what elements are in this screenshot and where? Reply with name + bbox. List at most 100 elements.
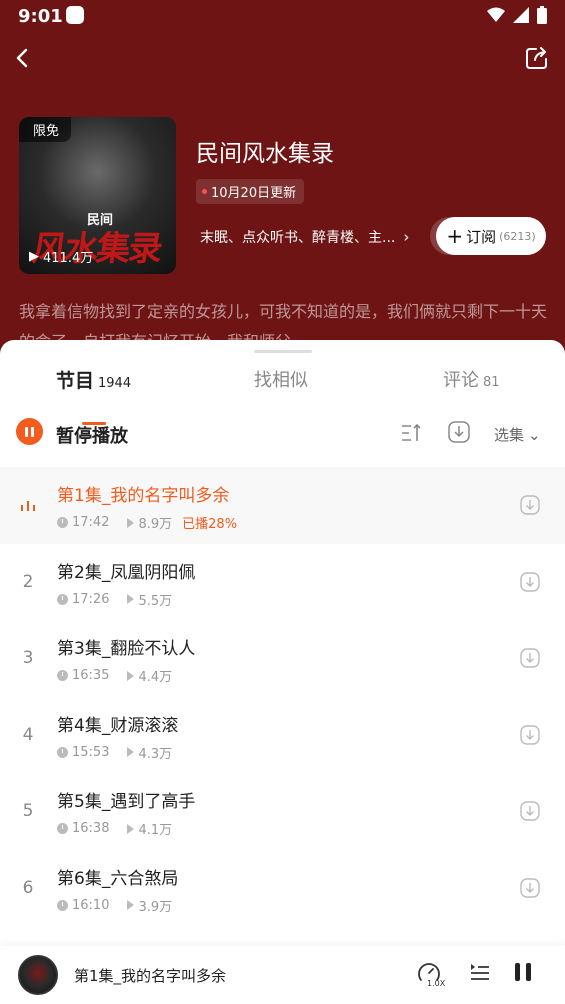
episode-plays: 4.3万 <box>138 746 173 762</box>
episode-index: 2 <box>22 571 34 592</box>
album-header: 9:01 限免 民间 风水集录 ▶ 411.4万 民间风水集录 10月20日更新… <box>0 0 565 360</box>
free-badge: 限免 <box>19 117 72 142</box>
cover-play-count-value: 411.4万 <box>43 251 94 266</box>
back-icon[interactable] <box>10 44 38 72</box>
signal-icon <box>513 7 529 23</box>
episode-meta: 17:42 8.9万 已播28% <box>57 513 237 532</box>
play-count-icon: ▶ <box>29 249 39 264</box>
pause-all-button[interactable] <box>16 418 43 445</box>
album-tags[interactable]: 末眠、点众听书、醉青楼、主... › <box>200 227 430 247</box>
episode-plays: 5.5万 <box>138 593 173 609</box>
episode-meta: 15:53 4.3万 <box>57 743 190 762</box>
pause-icon[interactable] <box>515 963 535 983</box>
tab-episodes-count: 1944 <box>98 376 132 391</box>
episode-meta: 16:10 3.9万 <box>57 896 190 915</box>
episode-duration: 16:10 <box>72 897 110 913</box>
download-all-icon[interactable] <box>447 420 471 444</box>
download-icon[interactable] <box>519 571 541 593</box>
episode-sheet: 节目 1944 找相似 评论 81 暂停播放 选集 ⌄ 第1集_我的名字叫多余 … <box>0 340 565 1004</box>
episode-title: 第2集_凤凰阴阳佩 <box>57 562 196 583</box>
download-icon[interactable] <box>519 494 541 516</box>
episode-list: 第1集_我的名字叫多余 17:42 8.9万 已播28% 2 第2集_凤凰阴阳佩… <box>0 467 565 926</box>
subscribe-button[interactable]: + 订阅 (6213) <box>436 217 546 255</box>
chevron-down-icon: ⌄ <box>528 425 541 444</box>
episode-row[interactable]: 2 第2集_凤凰阴阳佩 17:26 5.5万 <box>0 544 565 621</box>
album-cover[interactable]: 限免 民间 风水集录 ▶ 411.4万 <box>19 117 176 274</box>
download-icon[interactable] <box>519 724 541 746</box>
select-episodes-button[interactable]: 选集 ⌄ <box>494 424 541 445</box>
episode-row[interactable]: 6 第6集_六合煞局 16:10 3.9万 <box>0 850 565 927</box>
mini-player-cover[interactable] <box>18 955 58 995</box>
episode-row[interactable]: 第1集_我的名字叫多余 17:42 8.9万 已播28% <box>0 467 565 544</box>
tab-similar[interactable]: 找相似 <box>254 366 308 392</box>
play-count-icon <box>127 823 135 834</box>
episode-meta: 16:38 4.1万 <box>57 819 190 838</box>
mini-player[interactable]: 第1集_我的名字叫多余 1.0X <box>0 946 565 1004</box>
battery-icon <box>537 6 547 24</box>
album-title: 民间风水集录 <box>196 141 334 167</box>
chevron-right-icon: › <box>403 228 410 246</box>
episode-index: 5 <box>22 801 34 821</box>
play-count-icon <box>127 900 135 910</box>
wifi-icon <box>487 7 505 22</box>
select-episodes-label: 选集 <box>494 426 525 444</box>
episode-plays: 8.9万 <box>138 517 173 532</box>
update-text: 10月20日更新 <box>211 186 297 201</box>
episode-index: 6 <box>22 877 34 898</box>
download-icon[interactable] <box>519 877 541 899</box>
mini-player-title[interactable]: 第1集_我的名字叫多余 <box>74 965 226 986</box>
update-dot-icon <box>202 189 207 194</box>
play-count-icon <box>127 670 135 681</box>
status-indicators <box>487 6 547 24</box>
clock-icon <box>57 517 68 528</box>
episode-meta: 16:35 4.4万 <box>57 666 190 685</box>
episode-meta: 17:26 5.5万 <box>57 590 190 609</box>
play-count-icon <box>127 594 135 604</box>
status-bar: 9:01 <box>0 0 565 34</box>
episode-title: 第1集_我的名字叫多余 <box>57 486 230 506</box>
tab-episodes[interactable]: 节目 1944 <box>56 366 131 393</box>
clock-icon <box>57 899 68 911</box>
episode-duration: 16:38 <box>72 821 110 836</box>
tab-similar-label: 找相似 <box>254 370 308 391</box>
status-time: 9:01 <box>18 6 63 27</box>
plus-icon: + <box>446 224 464 248</box>
episode-progress: 已播28% <box>182 517 238 532</box>
play-count-icon <box>127 517 135 528</box>
play-count-icon <box>127 747 135 757</box>
episode-title: 第6集_六合煞局 <box>57 868 179 889</box>
episode-row[interactable]: 5 第5集_遇到了高手 16:38 4.1万 <box>0 773 565 850</box>
play-state-label[interactable]: 暂停播放 <box>56 422 128 448</box>
clock-icon <box>57 670 68 681</box>
episode-index: 4 <box>22 724 34 745</box>
clock-icon <box>57 593 68 605</box>
download-icon[interactable] <box>519 800 541 822</box>
episode-title: 第4集_财源滚滚 <box>57 715 179 736</box>
tab-bar: 节目 1944 找相似 评论 81 <box>0 366 565 425</box>
episode-duration: 16:35 <box>72 668 110 683</box>
clock-icon <box>57 746 68 758</box>
playlist-icon[interactable] <box>469 961 491 983</box>
tab-comments-label: 评论 <box>443 370 479 391</box>
cover-play-count: ▶ 411.4万 <box>29 247 93 266</box>
episode-row[interactable]: 4 第4集_财源滚滚 15:53 4.3万 <box>0 697 565 774</box>
subscribe-count: (6213) <box>499 229 536 243</box>
episode-row[interactable]: 3 第3集_翻脸不认人 16:35 4.4万 <box>0 620 565 697</box>
episode-plays: 4.1万 <box>138 823 173 838</box>
episode-plays: 3.9万 <box>138 899 173 915</box>
episode-plays: 4.4万 <box>138 670 173 685</box>
tab-comments[interactable]: 评论 81 <box>443 366 500 392</box>
download-icon[interactable] <box>519 647 541 669</box>
tab-episodes-label: 节目 <box>56 370 95 392</box>
tags-text: 末眠、点众听书、醉青楼、主... <box>200 230 396 246</box>
episode-duration: 15:53 <box>72 744 110 760</box>
playback-speed-label: 1.0X <box>427 979 446 988</box>
sort-icon[interactable] <box>400 422 422 444</box>
share-icon[interactable] <box>523 44 551 72</box>
app-notification-icon <box>66 6 84 24</box>
sheet-handle[interactable] <box>254 350 312 353</box>
episode-toolbar: 暂停播放 选集 ⌄ <box>0 414 565 450</box>
now-playing-icon <box>21 501 35 511</box>
episode-duration: 17:42 <box>72 515 110 530</box>
episode-index: 3 <box>22 648 34 668</box>
